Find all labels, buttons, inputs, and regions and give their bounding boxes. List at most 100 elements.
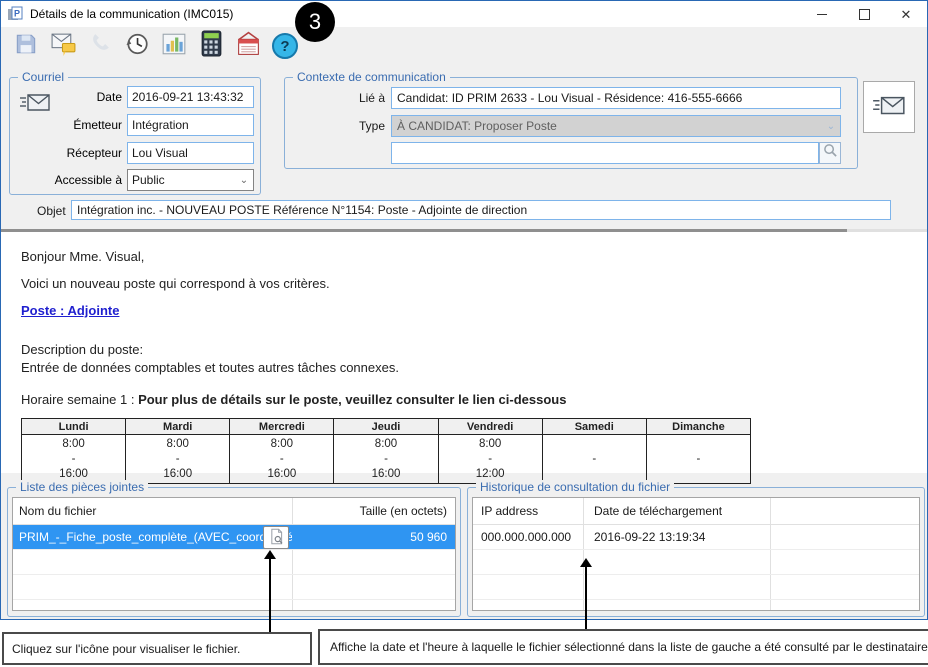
greeting-text: Bonjour Mme. Visual,: [21, 249, 907, 264]
history-empty-row: [473, 600, 919, 611]
email-button[interactable]: [48, 31, 78, 61]
schedule-day-header: Jeudi: [334, 419, 438, 435]
schedule-day-header: Vendredi: [438, 419, 542, 435]
attachment-empty-row: [13, 550, 455, 575]
close-button[interactable]: ✕: [885, 1, 927, 27]
annotation-callout-right: Affiche la date et l'heure à laquelle le…: [318, 629, 928, 665]
toolbar: ?: [11, 31, 300, 61]
chevron-down-icon: ⌄: [235, 175, 253, 186]
schedule-day-header: Samedi: [542, 419, 646, 435]
type-value: À CANDIDAT: Proposer Poste: [392, 119, 822, 133]
schedule-note: Pour plus de détails sur le poste, veuil…: [138, 392, 566, 407]
history-group: Historique de consultation du fichier IP…: [467, 487, 925, 617]
schedule-cell: -: [542, 435, 646, 484]
view-file-icon: [268, 528, 285, 548]
annotation-arrow-right: [580, 558, 592, 632]
help-button[interactable]: ?: [270, 31, 300, 61]
app-icon: P: [7, 6, 23, 22]
attachments-panel: Nom du fichier Taille (en octets) PRIM_-…: [12, 497, 456, 611]
emetteur-field[interactable]: Intégration: [127, 114, 254, 136]
view-file-button[interactable]: [263, 526, 289, 549]
emetteur-label: Émetteur: [10, 118, 127, 132]
accessible-label: Accessible à: [10, 173, 127, 187]
courriel-group-label: Courriel: [18, 70, 68, 84]
attachment-row[interactable]: PRIM_-_Fiche_poste_complète_(AVEC_coordo…: [13, 525, 455, 550]
history-date-value: 2016-09-22 13:19:34: [584, 525, 771, 549]
minimize-icon: [817, 14, 827, 15]
send-mail-icon: [871, 92, 907, 123]
schedule-cell: 8:00-16:00: [334, 435, 438, 484]
accessible-value: Public: [128, 173, 235, 187]
calendar-icon: [235, 30, 262, 63]
annotation-badge-3: 3: [295, 2, 335, 42]
history-button[interactable]: [122, 31, 152, 61]
schedule-cell: 8:00-16:00: [22, 435, 126, 484]
schedule-cell: 8:00-16:00: [126, 435, 230, 484]
history-empty-row: [473, 550, 919, 575]
statistics-icon: [161, 31, 187, 62]
attachments-group-label: Liste des pièces jointes: [16, 480, 148, 494]
search-icon: [823, 143, 838, 163]
communication-details-window: P Détails de la communication (IMC015) ✕: [0, 0, 928, 620]
objet-field[interactable]: Intégration inc. - NOUVEAU POSTE Référen…: [71, 200, 891, 220]
scrollbar-thumb[interactable]: [847, 229, 927, 232]
attachments-group: Liste des pièces jointes Nom du fichier …: [7, 487, 461, 617]
schedule-cell: 8:00-16:00: [230, 435, 334, 484]
poste-link[interactable]: Poste : Adjointe: [21, 303, 119, 318]
scrollbar[interactable]: [1, 229, 847, 232]
annotation-callout-left: Cliquez sur l'icône pour visualiser le f…: [2, 632, 312, 665]
history-icon: [124, 31, 150, 62]
chevron-down-icon: ⌄: [822, 121, 840, 132]
calculator-icon: [201, 30, 222, 62]
maximize-button[interactable]: [843, 1, 885, 27]
intro-text: Voici un nouveau poste qui correspond à …: [21, 276, 907, 291]
schedule-prefix: Horaire semaine 1 :: [21, 392, 138, 407]
recepteur-label: Récepteur: [10, 146, 127, 160]
schedule-day-header: Mardi: [126, 419, 230, 435]
phone-button[interactable]: [85, 31, 115, 61]
history-date-header[interactable]: Date de téléchargement: [584, 498, 771, 524]
history-ip-header[interactable]: IP address: [473, 498, 584, 524]
attachment-filename: PRIM_-_Fiche_poste_complète_(AVEC_coordo…: [13, 525, 293, 549]
description-text: Entrée de données comptables et toutes a…: [21, 360, 907, 375]
close-icon: ✕: [901, 8, 912, 21]
schedule-cell: 8:00-12:00: [438, 435, 542, 484]
history-row[interactable]: 000.000.000.000 2016-09-22 13:19:34: [473, 525, 919, 550]
date-field[interactable]: 2016-09-21 13:43:32: [127, 86, 254, 108]
window-title: Détails de la communication (IMC015): [30, 7, 233, 21]
contexte-group-label: Contexte de communication: [293, 70, 450, 84]
message-body-panel: Bonjour Mme. Visual, Voici un nouveau po…: [1, 229, 927, 473]
save-button[interactable]: [11, 31, 41, 61]
title-bar: P Détails de la communication (IMC015) ✕: [1, 1, 927, 27]
help-icon: ?: [272, 33, 298, 59]
search-input[interactable]: [391, 142, 819, 164]
schedule-day-header: Dimanche: [646, 419, 750, 435]
contexte-group: Contexte de communication Lié à Candidat…: [284, 77, 858, 169]
attachment-size: 50 960: [293, 530, 455, 544]
courriel-group: Courriel Date 2016-09-21 13:43:32 Émette…: [9, 77, 261, 195]
lie-a-field[interactable]: Candidat: ID PRIM 2633 - Lou Visual - Ré…: [391, 87, 841, 109]
save-icon: [13, 31, 39, 62]
lie-a-label: Lié à: [285, 91, 391, 105]
schedule-day-header: Mercredi: [230, 419, 334, 435]
statistics-button[interactable]: [159, 31, 189, 61]
maximize-icon: [859, 9, 870, 20]
history-empty-row: [473, 575, 919, 600]
calculator-button[interactable]: [196, 31, 226, 61]
schedule-table: Lundi Mardi Mercredi Jeudi Vendredi Same…: [21, 418, 751, 484]
attachments-size-header[interactable]: Taille (en octets): [293, 504, 455, 518]
send-email-button[interactable]: [863, 81, 915, 133]
description-title: Description du poste:: [21, 342, 907, 357]
recepteur-field[interactable]: Lou Visual: [127, 142, 254, 164]
history-panel: IP address Date de téléchargement 000.00…: [472, 497, 920, 611]
schedule-cell: -: [646, 435, 750, 484]
calendar-button[interactable]: [233, 31, 263, 61]
type-label: Type: [285, 119, 391, 133]
minimize-button[interactable]: [801, 1, 843, 27]
history-ip-value: 000.000.000.000: [473, 525, 584, 549]
type-dropdown[interactable]: À CANDIDAT: Proposer Poste ⌄: [391, 115, 841, 137]
search-button[interactable]: [819, 142, 841, 164]
objet-label: Objet: [37, 204, 66, 218]
accessible-dropdown[interactable]: Public ⌄: [127, 169, 254, 191]
attachments-name-header[interactable]: Nom du fichier: [13, 498, 293, 524]
